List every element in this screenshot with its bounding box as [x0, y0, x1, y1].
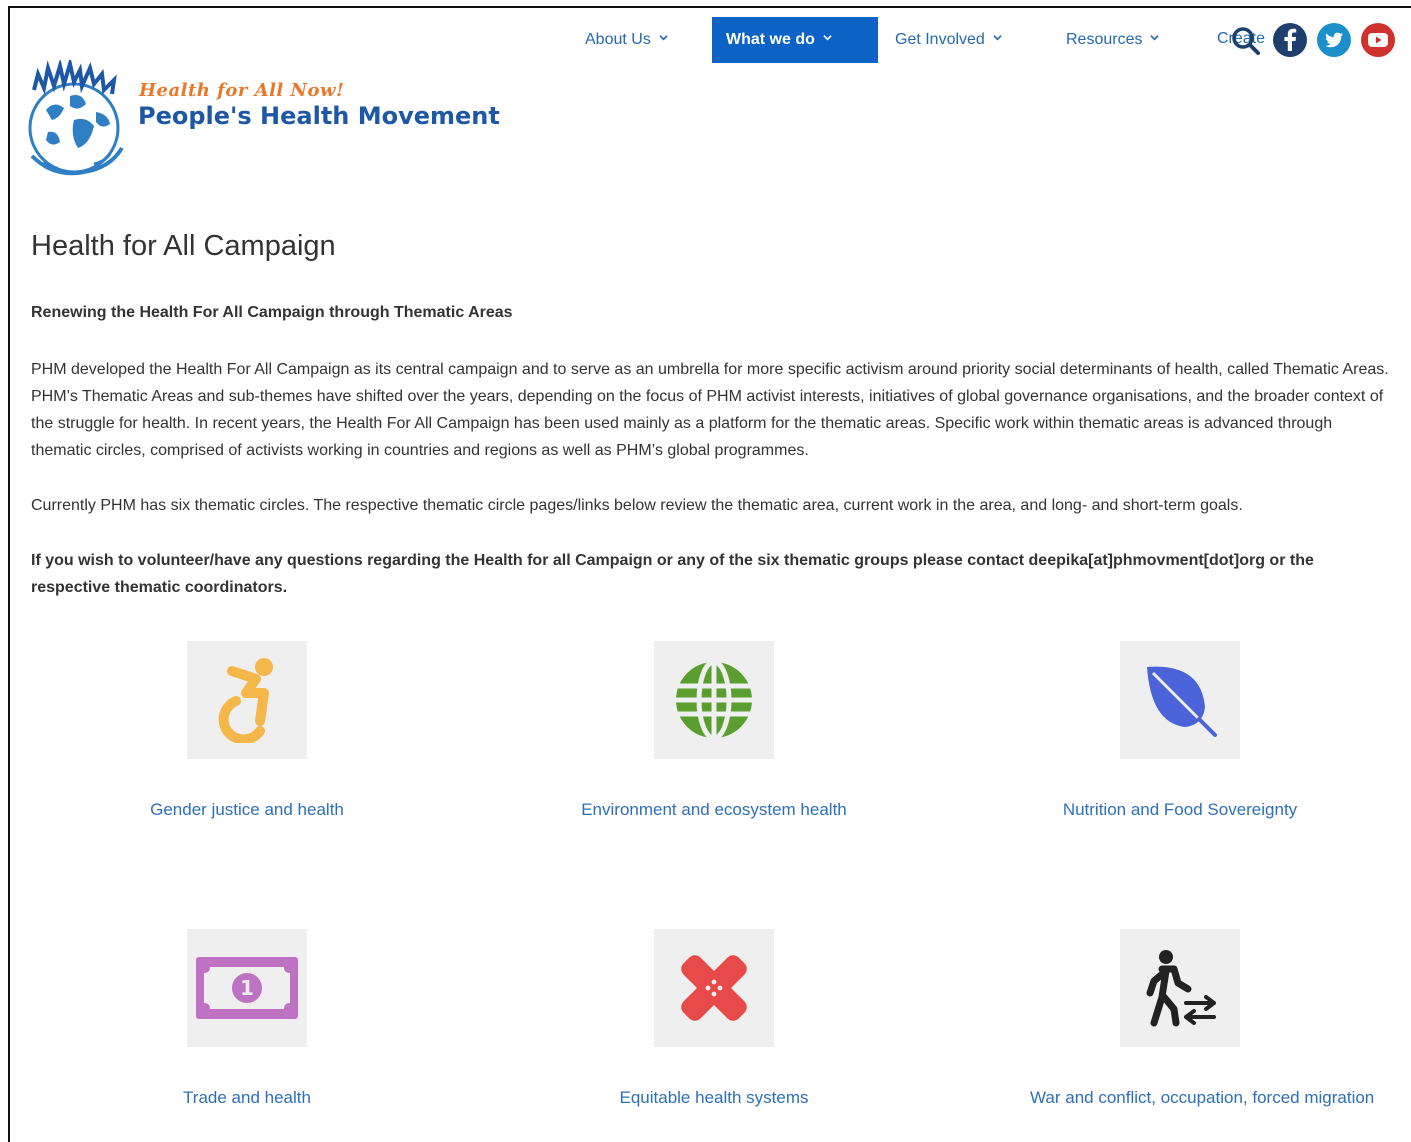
- theme-trade[interactable]: 1 Trade and health: [97, 929, 397, 1108]
- nav-resources-label: Resources: [1066, 31, 1143, 48]
- theme-icon-box[interactable]: [1120, 929, 1240, 1047]
- theme-war-conflict[interactable]: War and conflict, occupation, forced mig…: [1030, 929, 1374, 1108]
- circles-paragraph: Currently PHM has six thematic circles. …: [31, 497, 1243, 514]
- theme-label[interactable]: War and conflict, occupation, forced mig…: [1030, 1088, 1374, 1108]
- page-title: Health for All Campaign: [31, 230, 336, 262]
- nav-resources[interactable]: Resources: [1052, 17, 1173, 63]
- phm-logo[interactable]: [24, 60, 132, 182]
- contact-paragraph: If you wish to volunteer/have any questi…: [31, 552, 1314, 596]
- theme-label[interactable]: Equitable health systems: [564, 1088, 864, 1108]
- money-icon: 1: [196, 957, 298, 1019]
- chevron-down-icon: [993, 35, 1002, 41]
- theme-icon-box[interactable]: [1120, 641, 1240, 759]
- svg-text:1: 1: [240, 976, 254, 1000]
- search-icon[interactable]: [1230, 25, 1262, 57]
- accessibility-icon: [218, 658, 273, 743]
- twitter-icon[interactable]: [1316, 22, 1352, 58]
- theme-icon-box[interactable]: [187, 641, 307, 759]
- site-tagline: Health for All Now!: [139, 80, 345, 101]
- youtube-icon[interactable]: [1360, 22, 1396, 58]
- globe-icon: [676, 660, 752, 740]
- chevron-down-icon: [823, 35, 832, 41]
- theme-label[interactable]: Environment and ecosystem health: [564, 800, 864, 820]
- section-subheading: Renewing the Health For All Campaign thr…: [31, 304, 513, 321]
- theme-health-systems[interactable]: Equitable health systems: [564, 929, 864, 1108]
- theme-icon-box[interactable]: 1: [187, 929, 307, 1047]
- theme-icon-box[interactable]: [654, 929, 774, 1047]
- nav-get-involved-label: Get Involved: [895, 31, 985, 48]
- chevron-down-icon: [1150, 35, 1160, 41]
- theme-icon-box[interactable]: [654, 641, 774, 759]
- migration-icon: [1146, 950, 1216, 1027]
- theme-gender-justice[interactable]: Gender justice and health: [97, 641, 397, 820]
- site-name[interactable]: People's Health Movement: [138, 102, 500, 130]
- nav-get-involved[interactable]: Get Involved: [881, 17, 1016, 63]
- bandage-icon: [681, 955, 747, 1021]
- nav-what-we-do[interactable]: What we do: [712, 17, 878, 63]
- nav-about-us[interactable]: About Us: [571, 17, 682, 63]
- theme-label[interactable]: Nutrition and Food Sovereignty: [1030, 800, 1330, 820]
- theme-environment[interactable]: Environment and ecosystem health: [564, 641, 864, 820]
- leaf-icon: [1147, 666, 1217, 737]
- theme-nutrition[interactable]: Nutrition and Food Sovereignty: [1030, 641, 1330, 820]
- theme-label[interactable]: Gender justice and health: [97, 800, 397, 820]
- intro-paragraph: PHM developed the Health For All Campaig…: [31, 361, 1389, 459]
- theme-label[interactable]: Trade and health: [97, 1088, 397, 1108]
- facebook-icon[interactable]: [1272, 22, 1308, 58]
- nav-about-us-label: About Us: [585, 31, 651, 48]
- chevron-down-icon: [659, 35, 668, 41]
- nav-what-we-do-label: What we do: [726, 31, 815, 48]
